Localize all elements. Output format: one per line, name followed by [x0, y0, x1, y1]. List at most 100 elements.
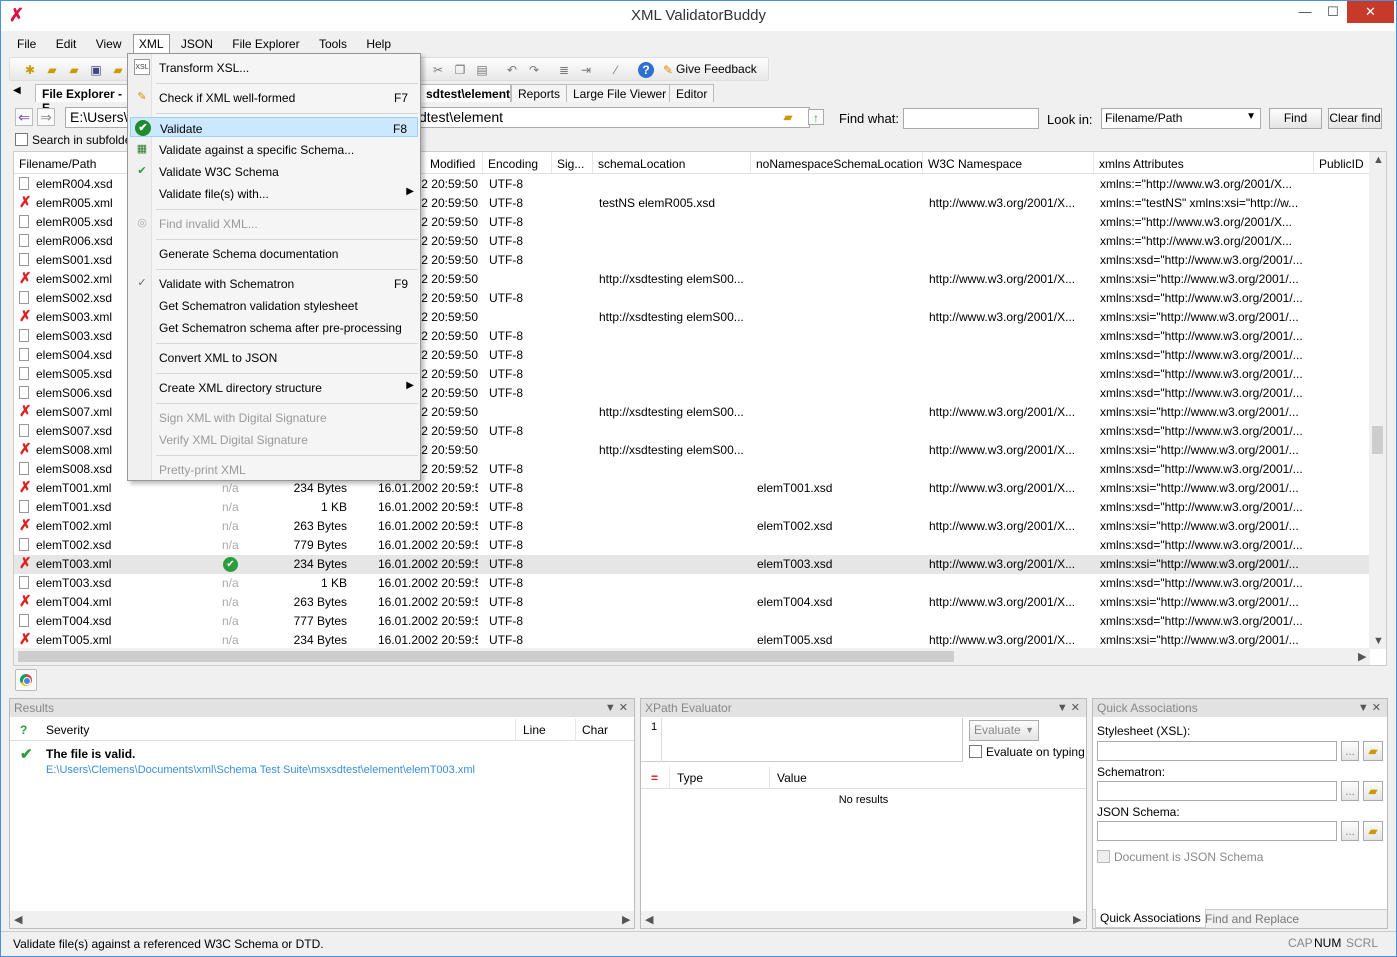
new-file-icon[interactable]: ✱ — [22, 62, 38, 78]
col-filename[interactable]: Filename/Path — [19, 157, 96, 171]
menu-item-validate-file-s-with[interactable]: Validate file(s) with... ▶ — [130, 183, 418, 203]
col-schema-location[interactable]: schemaLocation — [598, 157, 685, 171]
menu-file-explorer[interactable]: File Explorer — [224, 34, 307, 54]
feedback-icon[interactable]: ✎ — [660, 62, 676, 78]
table-row[interactable]: ✗ elemT004.xml n/a 263 Bytes 16.01.2002 20:5… — [14, 593, 1370, 612]
open-icon[interactable]: ▰ — [44, 62, 60, 78]
results-col-severity[interactable]: Severity — [46, 723, 89, 737]
save-all-icon[interactable]: ▰ — [110, 62, 126, 78]
pin-icon[interactable]: ▼ ✕ — [1358, 701, 1381, 714]
table-row[interactable]: ✗ elemT002.xml n/a 263 Bytes 16.01.2002 20:5… — [14, 517, 1370, 536]
menu-edit[interactable]: Edit — [48, 34, 85, 54]
table-row[interactable]: ✗ elemT003.xml ✔ 234 Bytes 16.01.2002 20:59:… — [14, 555, 1370, 574]
xpath-horizontal-scrollbar[interactable]: ◀ ▶ — [641, 911, 1086, 928]
redo-icon[interactable]: ↷ — [526, 62, 542, 78]
maximize-button[interactable]: ☐ — [1319, 1, 1347, 23]
tab-file-explorer[interactable]: File Explorer - E — [35, 84, 135, 115]
close-button[interactable]: ✕ — [1347, 1, 1394, 23]
result-file-link[interactable]: E:\Users\Clemens\Documents\xml\Schema Te… — [46, 764, 475, 776]
schematron-browse-button[interactable]: ... — [1341, 781, 1359, 801]
tab-reports[interactable]: Reports — [511, 84, 568, 102]
tab-find-and-replace[interactable]: Find and Replace — [1205, 912, 1299, 926]
menu-item-verify-xml-digital-signature[interactable]: Verify XML Digital Signature — [130, 429, 418, 449]
vertical-scroll-thumb[interactable] — [1372, 426, 1383, 454]
menu-json[interactable]: JSON — [173, 34, 221, 54]
pin-icon[interactable]: ▼ ✕ — [1057, 701, 1080, 714]
menu-item-create-xml-directory-structure[interactable]: Create XML directory structure ▶ — [130, 377, 418, 397]
document-is-json-schema-option[interactable]: Document is JSON Schema — [1097, 850, 1263, 864]
menu-view[interactable]: View — [88, 34, 130, 54]
folder-up-icon[interactable]: ↑ — [808, 109, 824, 125]
tab-element-folder[interactable]: sdtest\element — [419, 84, 511, 102]
find-button[interactable]: Find — [1269, 108, 1322, 129]
scroll-up-icon[interactable]: ▲ — [1373, 154, 1384, 166]
col-xmlns-attributes[interactable]: xmlns Attributes — [1099, 157, 1184, 171]
tabs-scroll-left-icon[interactable]: ◀ — [13, 85, 21, 96]
scroll-right-icon[interactable]: ▶ — [1358, 650, 1366, 663]
tab-large-file-viewer[interactable]: Large File Viewer — [566, 84, 674, 102]
json-schema-open-icon[interactable]: ▰ — [1363, 821, 1383, 841]
format-icon[interactable]: ≣ — [556, 62, 572, 78]
scroll-right-icon[interactable]: ▶ — [1073, 913, 1081, 926]
scroll-down-icon[interactable]: ▼ — [1373, 635, 1384, 647]
xpath-expression-input[interactable]: 1 — [641, 718, 963, 762]
forward-button[interactable]: ⇒ — [37, 108, 55, 126]
help-icon[interactable]: ? — [638, 62, 654, 78]
results-col-char[interactable]: Char — [582, 723, 608, 737]
col-signature[interactable]: Sig... — [557, 157, 584, 171]
search-subfolders-checkbox[interactable] — [15, 133, 28, 146]
table-row[interactable]: elemT002.xsd n/a 779 Bytes 16.01.2002 20:59… — [14, 536, 1370, 555]
schematron-open-icon[interactable]: ▰ — [1363, 781, 1383, 801]
back-button[interactable]: ⇐ — [15, 108, 33, 126]
xpath-col-mark[interactable]: = — [651, 771, 658, 785]
comment-icon[interactable]: ⁄ — [608, 62, 624, 78]
menu-item-generate-schema-documentation[interactable]: Generate Schema documentation — [130, 243, 418, 263]
evaluate-button[interactable]: Evaluate ▼ — [969, 720, 1039, 741]
menu-item-sign-xml-with-digital-signature[interactable]: Sign XML with Digital Signature — [130, 407, 418, 427]
indent-icon[interactable]: ⇥ — [578, 62, 594, 78]
menu-item-validate-with-schematron[interactable]: ✓ Validate with Schematron F9 — [130, 273, 418, 293]
xpath-col-type[interactable]: Type — [677, 771, 703, 785]
evaluate-on-typing-option[interactable]: Evaluate on typing — [969, 745, 1085, 759]
evaluate-on-typing-checkbox[interactable] — [969, 745, 982, 758]
file-list-horizontal-scrollbar[interactable]: ▶ — [14, 648, 1370, 665]
stylesheet-browse-button[interactable]: ... — [1341, 741, 1359, 761]
table-row[interactable]: elemT003.xsd n/a 1 KB 16.01.2002 20:59:52 UT… — [14, 574, 1370, 593]
title-bar[interactable]: ✗ XML ValidatorBuddy — ☐ ✕ — [1, 1, 1396, 31]
schematron-input[interactable] — [1097, 781, 1337, 801]
tab-quick-associations[interactable]: Quick Associations — [1095, 909, 1206, 928]
col-encoding[interactable]: Encoding — [488, 157, 538, 171]
table-row[interactable]: elemT001.xsd n/a 1 KB 16.01.2002 20:59:52 UT… — [14, 498, 1370, 517]
json-schema-browse-button[interactable]: ... — [1341, 821, 1359, 841]
menu-item-get-schematron-schema-after-pre-processing[interactable]: Get Schematron schema after pre-processi… — [130, 317, 418, 337]
menu-item-get-schematron-validation-stylesheet[interactable]: Get Schematron validation stylesheet — [130, 295, 418, 315]
look-in-select[interactable]: Filename/Path ▼ — [1101, 108, 1261, 129]
stylesheet-open-icon[interactable]: ▰ — [1363, 741, 1383, 761]
scroll-left-icon[interactable]: ◀ — [645, 913, 653, 926]
table-row[interactable]: ✗ elemT001.xml n/a 234 Bytes 16.01.2002 20:5… — [14, 479, 1370, 498]
menu-help[interactable]: Help — [358, 34, 399, 54]
undo-icon[interactable]: ↶ — [504, 62, 520, 78]
file-list-vertical-scrollbar[interactable]: ▲ ▼ — [1369, 152, 1386, 649]
menu-item-pretty-print-xml[interactable]: Pretty-print XML — [130, 459, 418, 479]
search-subfolders-option[interactable]: Search in subfolders — [15, 133, 141, 147]
give-feedback-button[interactable]: Give Feedback — [676, 62, 757, 76]
col-no-namespace-schema-location[interactable]: noNamespaceSchemaLocation — [756, 157, 923, 171]
menu-file[interactable]: File — [9, 34, 44, 54]
tab-editor[interactable]: Editor — [669, 84, 715, 102]
open-folder-icon[interactable]: ▰ — [66, 62, 82, 78]
results-col-mark[interactable]: ? — [20, 723, 27, 737]
json-schema-input[interactable] — [1097, 821, 1337, 841]
results-col-line[interactable]: Line — [523, 723, 546, 737]
menu-item-transform-xsl[interactable]: XSL Transform XSL... — [130, 57, 418, 77]
stylesheet-input[interactable] — [1097, 741, 1337, 761]
col-modified[interactable]: Modified — [430, 157, 475, 171]
open-in-browser-button[interactable] — [15, 669, 37, 691]
horizontal-scroll-thumb[interactable] — [18, 651, 954, 662]
clear-find-button[interactable]: Clear find — [1328, 108, 1382, 129]
menu-item-check-if-xml-well-formed[interactable]: ✎ Check if XML well-formed F7 — [130, 87, 418, 107]
minimize-button[interactable]: — — [1291, 1, 1319, 23]
results-horizontal-scrollbar[interactable]: ◀ ▶ — [10, 911, 634, 928]
pin-icon[interactable]: ▼ ✕ — [605, 701, 628, 714]
menu-item-validate-w3c-schema[interactable]: ✔ Validate W3C Schema — [130, 161, 418, 181]
